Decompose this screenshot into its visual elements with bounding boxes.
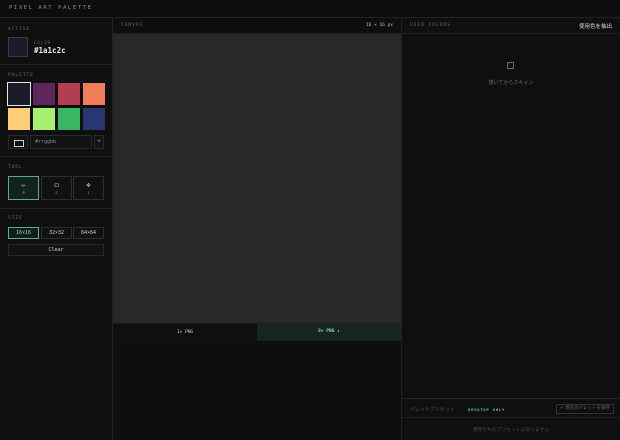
eyedropper-icon: ✜: [86, 181, 91, 189]
pencil-icon: ✏: [21, 181, 26, 189]
eraser-icon: ◻: [54, 181, 59, 189]
used-colors-panel: USED COLORS 使用色を抽出 描いてからスキャン パレットプリセット D…: [402, 18, 620, 440]
canvas-dimensions: 16 × 16 px: [365, 23, 393, 28]
palette-swatch[interactable]: [58, 108, 80, 130]
export-1x-png-button[interactable]: 1× PNG: [113, 323, 257, 341]
palette-swatch[interactable]: [33, 83, 55, 105]
size-option-button[interactable]: 16×16: [8, 227, 39, 239]
empty-square-icon: [507, 62, 514, 69]
palette-swatch[interactable]: [33, 108, 55, 130]
save-preset-button[interactable]: + 現在のパレットを保存: [555, 404, 614, 414]
used-colors-empty-text: 描いてからスキャン: [488, 80, 534, 86]
top-bar: PIXEL ART PALETTE: [0, 0, 620, 18]
eyedropper-tool-button[interactable]: ✜ I: [73, 176, 104, 200]
pencil-tool-button[interactable]: ✏ P: [8, 176, 39, 200]
tool-shortcut: P: [22, 191, 25, 195]
pixel-canvas[interactable]: [113, 34, 401, 323]
palette-swatch[interactable]: [83, 108, 105, 130]
canvas-title: CANVAS: [121, 23, 144, 28]
sidebar: ACTIVE COLOR #1a1c2c PALETTE + TOOL ✏ P …: [0, 18, 113, 440]
eraser-tool-button[interactable]: ◻ E: [41, 176, 72, 200]
canvas-panel: CANVAS 16 × 16 px 1× PNG 8× PNG ↓: [113, 18, 402, 440]
active-color-hex: #1a1c2c: [34, 46, 66, 55]
used-colors-header: USED COLORS 使用色を抽出: [402, 18, 620, 34]
divider: [0, 64, 112, 65]
extract-colors-button[interactable]: 使用色を抽出: [579, 22, 612, 30]
tool-shortcut: I: [87, 191, 90, 195]
tool-shortcut: E: [55, 191, 58, 195]
size-option-button[interactable]: 32×32: [41, 227, 72, 239]
preset-label: パレットプリセット: [410, 407, 456, 413]
add-color-button[interactable]: +: [94, 135, 104, 149]
palette-section-label: PALETTE: [8, 73, 34, 78]
active-section-label: ACTIVE: [8, 27, 31, 32]
preset-bar: パレットプリセット DESKTOP ONLY + 現在のパレットを保存: [402, 398, 620, 418]
size-option-button[interactable]: 64×64: [73, 227, 104, 239]
clear-button[interactable]: Clear: [8, 244, 104, 256]
divider: [0, 156, 112, 157]
desktop-only-badge: DESKTOP ONLY: [468, 407, 506, 412]
hex-color-input[interactable]: [30, 135, 92, 149]
canvas-header: CANVAS 16 × 16 px: [113, 18, 401, 34]
export-8x-png-button[interactable]: 8× PNG ↓: [257, 323, 401, 341]
divider: [0, 208, 112, 209]
app-title: PIXEL ART PALETTE: [9, 5, 93, 11]
size-section-label: SIZE: [8, 216, 23, 221]
hex-preview-icon: [8, 135, 28, 149]
tool-section-label: TOOL: [8, 165, 23, 170]
preset-empty-text: 保存されたプリセットはありません: [472, 428, 550, 433]
active-color-swatch: [8, 37, 28, 57]
palette-swatch[interactable]: [7, 82, 31, 106]
palette-swatch[interactable]: [58, 83, 80, 105]
used-colors-title: USED COLORS: [410, 23, 451, 28]
active-color-sublabel: COLOR: [34, 40, 52, 45]
palette-swatch[interactable]: [8, 108, 30, 130]
palette-swatch[interactable]: [83, 83, 105, 105]
hex-input-row: +: [8, 135, 104, 149]
